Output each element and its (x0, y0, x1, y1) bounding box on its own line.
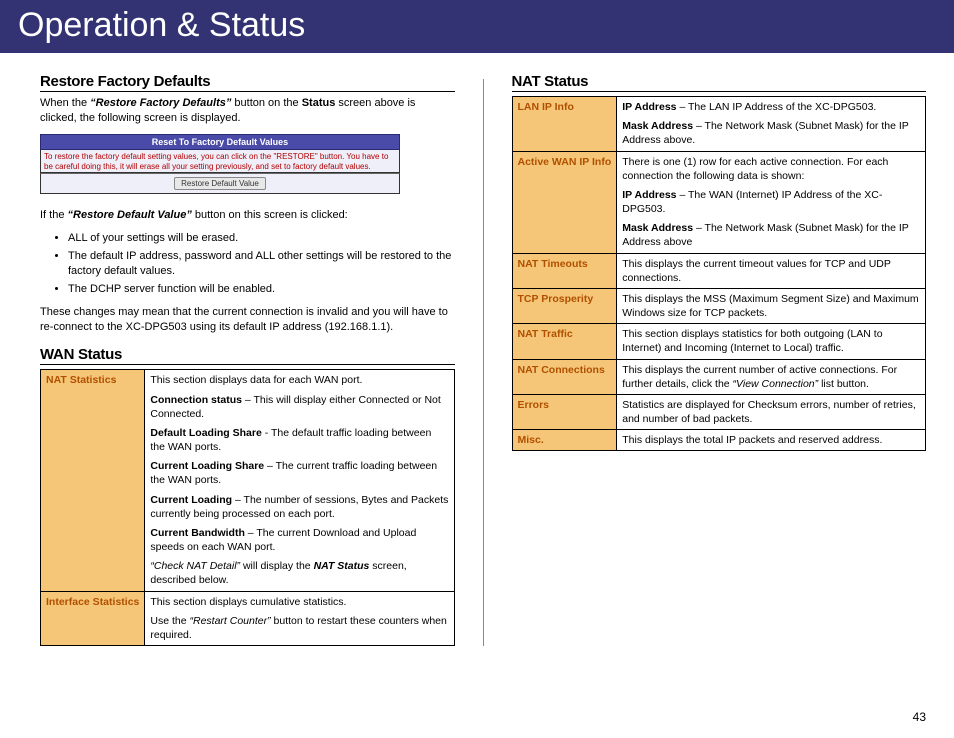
page-header: Operation & Status (0, 0, 954, 53)
table-row: Active WAN IP InfoThere is one (1) row f… (512, 151, 926, 253)
table-row: LAN IP InfoIP Address – The LAN IP Addre… (512, 97, 926, 152)
content-area: Restore Factory Defaults When the “Resto… (0, 53, 954, 646)
table-key: Errors (512, 394, 617, 429)
list-item: ALL of your settings will be erased. (68, 231, 455, 246)
table-row: TCP ProsperityThis displays the MSS (Max… (512, 288, 926, 323)
table-value: This section displays data for each WAN … (145, 370, 454, 591)
list-item: The default IP address, password and ALL… (68, 249, 455, 279)
table-key: Active WAN IP Info (512, 151, 617, 253)
restore-after: If the “Restore Default Value” button on… (40, 208, 455, 223)
table-value: This displays the current number of acti… (617, 359, 926, 394)
table-row: NAT TrafficThis section displays statist… (512, 324, 926, 359)
restore-ss-button-row: Restore Default Value (40, 173, 400, 194)
restore-outro: These changes may mean that the current … (40, 305, 455, 335)
table-key: NAT Timeouts (512, 253, 617, 288)
table-value: There is one (1) row for each active con… (617, 151, 926, 253)
table-row: NAT TimeoutsThis displays the current ti… (512, 253, 926, 288)
wan-heading: WAN Status (40, 346, 455, 365)
table-key: NAT Statistics (41, 370, 145, 591)
table-key: NAT Traffic (512, 324, 617, 359)
restore-intro: When the “Restore Factory Defaults” butt… (40, 96, 455, 126)
table-value: Statistics are displayed for Checksum er… (617, 394, 926, 429)
table-key: TCP Prosperity (512, 288, 617, 323)
table-key: Interface Statistics (41, 591, 145, 646)
restore-default-button[interactable]: Restore Default Value (174, 177, 266, 190)
restore-ss-body: To restore the factory default setting v… (40, 150, 400, 174)
nat-heading: NAT Status (512, 73, 927, 92)
restore-bullets: ALL of your settings will be erased. The … (40, 231, 455, 296)
table-row: ErrorsStatistics are displayed for Check… (512, 394, 926, 429)
table-row: NAT StatisticsThis section displays data… (41, 370, 455, 591)
restore-heading: Restore Factory Defaults (40, 73, 455, 92)
right-column: NAT Status LAN IP InfoIP Address – The L… (512, 73, 927, 646)
table-value: This section displays cumulative statist… (145, 591, 454, 646)
restore-screenshot: Reset To Factory Default Values To resto… (40, 134, 400, 195)
nat-status-table: LAN IP InfoIP Address – The LAN IP Addre… (512, 96, 927, 451)
table-value: This displays the MSS (Maximum Segment S… (617, 288, 926, 323)
table-row: Misc.This displays the total IP packets … (512, 430, 926, 451)
table-value: IP Address – The LAN IP Address of the X… (617, 97, 926, 152)
wan-status-table: NAT StatisticsThis section displays data… (40, 369, 455, 646)
page-number: 43 (913, 710, 926, 724)
table-row: Interface StatisticsThis section display… (41, 591, 455, 646)
table-key: NAT Connections (512, 359, 617, 394)
left-column: Restore Factory Defaults When the “Resto… (40, 73, 455, 646)
table-key: Misc. (512, 430, 617, 451)
page-title: Operation & Status (18, 6, 305, 44)
list-item: The DCHP server function will be enabled… (68, 282, 455, 297)
table-value: This displays the current timeout values… (617, 253, 926, 288)
restore-ss-title: Reset To Factory Default Values (40, 134, 400, 150)
table-row: NAT ConnectionsThis displays the current… (512, 359, 926, 394)
table-key: LAN IP Info (512, 97, 617, 152)
table-value: This section displays statistics for bot… (617, 324, 926, 359)
column-separator (483, 79, 484, 646)
table-value: This displays the total IP packets and r… (617, 430, 926, 451)
